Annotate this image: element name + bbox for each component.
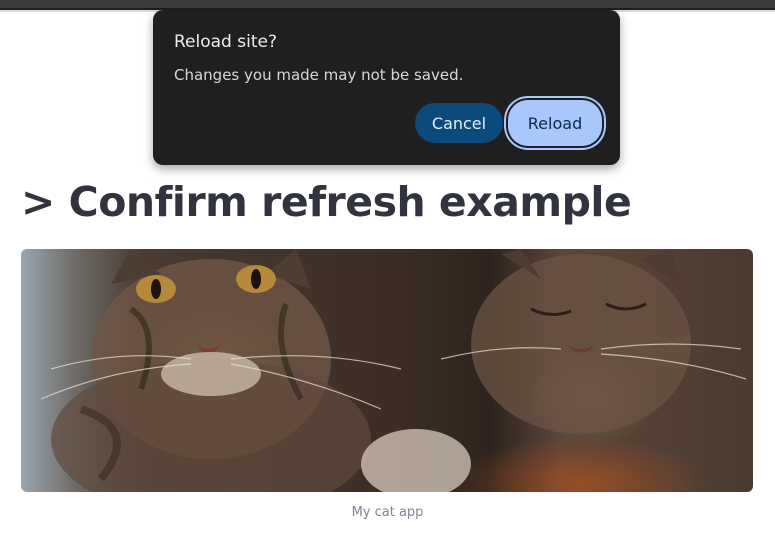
dialog-title: Reload site? bbox=[174, 32, 277, 52]
image-caption: My cat app bbox=[351, 505, 424, 520]
cat-image bbox=[21, 249, 753, 492]
dialog-message: Changes you made may not be saved. bbox=[174, 66, 464, 84]
page-title: > Confirm refresh example bbox=[21, 178, 632, 226]
cancel-button[interactable]: Cancel bbox=[415, 103, 503, 143]
reload-button[interactable]: Reload bbox=[508, 100, 602, 146]
cat-illustration bbox=[40, 249, 747, 492]
reload-site-dialog: Reload site? Changes you made may not be… bbox=[153, 10, 620, 165]
